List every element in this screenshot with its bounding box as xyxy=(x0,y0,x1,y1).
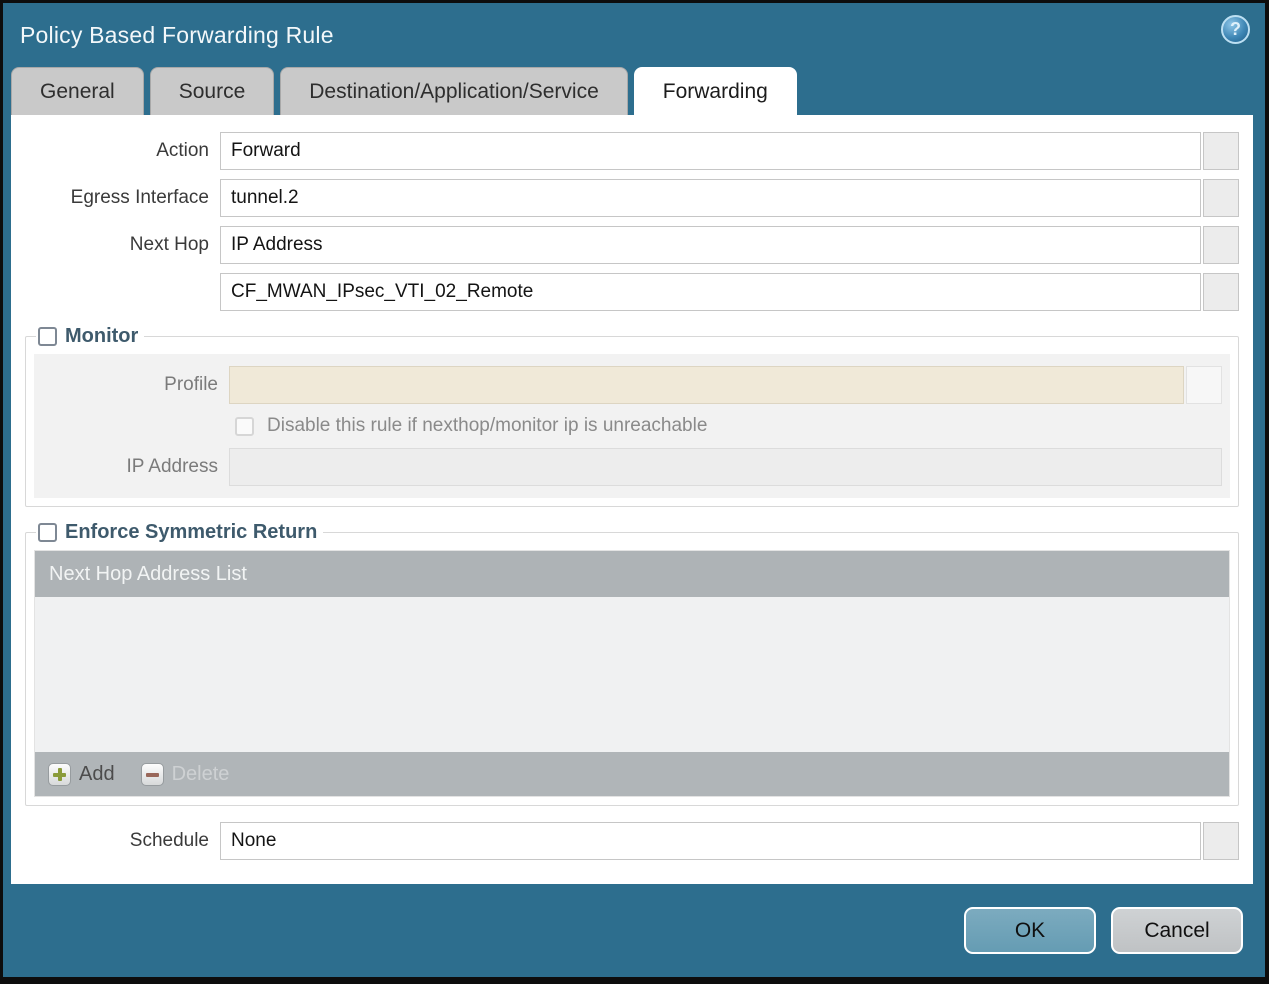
schedule-dropdown-button[interactable] xyxy=(1203,822,1239,860)
monitor-panel: Profile Disable this rule if nexthop/mon… xyxy=(34,354,1230,498)
action-select[interactable]: Forward xyxy=(220,132,1201,170)
disable-rule-label: Disable this rule if nexthop/monitor ip … xyxy=(267,415,708,436)
help-icon[interactable]: ? xyxy=(1221,15,1250,44)
next-hop-address-row: CF_MWAN_IPsec_VTI_02_Remote xyxy=(25,273,1239,311)
add-button[interactable]: Add xyxy=(48,762,115,786)
egress-interface-label: Egress Interface xyxy=(70,187,209,208)
action-label: Action xyxy=(156,140,209,161)
next-hop-address-list-toolbar: Add Delete xyxy=(35,752,1229,796)
minus-icon xyxy=(140,762,164,786)
cancel-button[interactable]: Cancel xyxy=(1111,907,1243,954)
egress-interface-select[interactable]: tunnel.2 xyxy=(220,179,1201,217)
next-hop-address-list-body[interactable] xyxy=(35,597,1229,752)
schedule-select[interactable]: None xyxy=(220,822,1201,860)
profile-row: Profile xyxy=(34,366,1222,404)
disable-rule-checkbox xyxy=(235,416,254,436)
enforce-symmetric-return-checkbox[interactable] xyxy=(38,523,57,542)
tab-source[interactable]: Source xyxy=(149,67,275,115)
ok-button[interactable]: OK xyxy=(964,907,1096,954)
disable-rule-row: Disable this rule if nexthop/monitor ip … xyxy=(34,415,1222,437)
monitor-section-title: Monitor xyxy=(65,325,139,347)
schedule-row: Schedule None xyxy=(25,822,1239,860)
action-row: Action Forward xyxy=(25,132,1239,170)
monitor-section: Monitor Profile Disable this rule if nex… xyxy=(25,325,1239,507)
action-dropdown-button[interactable] xyxy=(1203,132,1239,170)
enforce-symmetric-return-title: Enforce Symmetric Return xyxy=(65,521,318,543)
monitor-checkbox[interactable] xyxy=(38,327,57,346)
monitor-ip-address-input xyxy=(229,448,1222,486)
next-hop-type-select[interactable]: IP Address xyxy=(220,226,1201,264)
next-hop-row: Next Hop IP Address xyxy=(25,226,1239,264)
schedule-label: Schedule xyxy=(129,830,209,851)
egress-interface-dropdown-button[interactable] xyxy=(1203,179,1239,217)
next-hop-address-list-header: Next Hop Address List xyxy=(35,551,1229,597)
delete-button: Delete xyxy=(140,762,230,786)
delete-button-label: Delete xyxy=(171,762,230,785)
enforce-symmetric-return-section: Enforce Symmetric Return Next Hop Addres… xyxy=(25,521,1239,806)
tab-bar: General Source Destination/Application/S… xyxy=(3,67,1265,115)
egress-interface-row: Egress Interface tunnel.2 xyxy=(25,179,1239,217)
dialog-title: Policy Based Forwarding Rule xyxy=(20,21,334,48)
dialog-footer: OK Cancel xyxy=(3,884,1265,977)
tab-general[interactable]: General xyxy=(11,67,144,115)
next-hop-address-select[interactable]: CF_MWAN_IPsec_VTI_02_Remote xyxy=(220,273,1201,311)
plus-icon xyxy=(48,762,71,786)
next-hop-dropdown-button[interactable] xyxy=(1203,226,1239,264)
tab-content-forwarding: Action Forward Egress Interface tunnel.2… xyxy=(11,115,1253,884)
tab-forwarding[interactable]: Forwarding xyxy=(633,67,797,115)
next-hop-address-list-table: Next Hop Address List Add Delete xyxy=(34,550,1230,797)
profile-dropdown-button xyxy=(1186,366,1222,404)
monitor-ip-address-row: IP Address xyxy=(34,448,1222,486)
tab-destination-application-service[interactable]: Destination/Application/Service xyxy=(280,67,628,115)
monitor-ip-address-label: IP Address xyxy=(126,456,218,477)
next-hop-label: Next Hop xyxy=(129,234,209,255)
policy-based-forwarding-dialog: Policy Based Forwarding Rule ? General S… xyxy=(0,0,1269,984)
add-button-label: Add xyxy=(79,762,115,785)
profile-label: Profile xyxy=(164,374,218,395)
profile-select xyxy=(229,366,1184,404)
dialog-titlebar: Policy Based Forwarding Rule ? xyxy=(3,3,1265,67)
next-hop-address-dropdown-button[interactable] xyxy=(1203,273,1239,311)
